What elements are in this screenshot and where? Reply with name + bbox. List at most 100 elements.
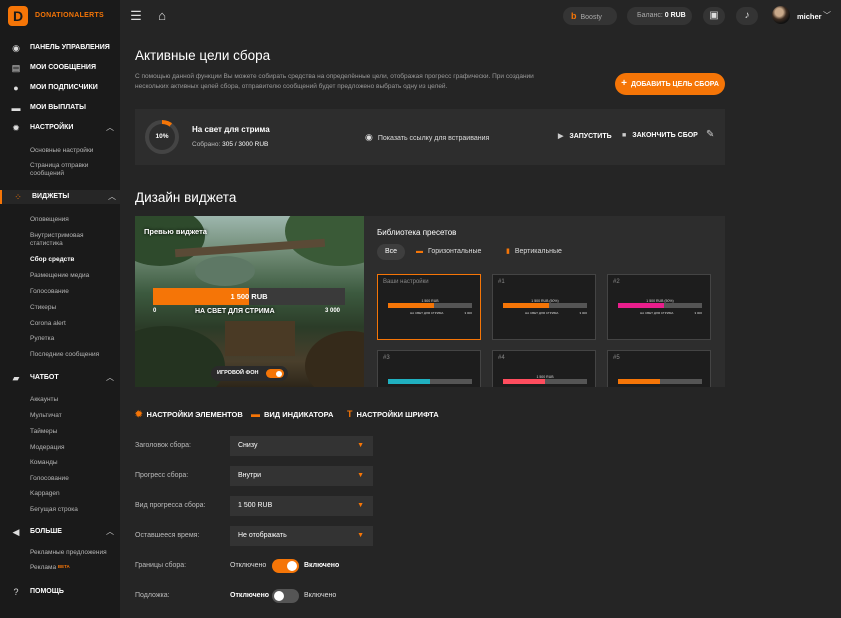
sidebar-subitem-ticker[interactable]: Бегущая строка [30,506,78,513]
field-progress-view: Вид прогресса сбора: 1 500 RUB ▼ [135,496,435,516]
field-goal-borders: Границы сбора: Отключено Включено [135,556,435,576]
toggle-on-label: Включено [304,592,337,599]
sidebar-item-dashboard[interactable]: ◉ ПАНЕЛЬ УПРАВЛЕНИЯ [0,41,120,55]
preset-card-label: #2 [613,279,620,285]
sidebar-subitem-roulette[interactable]: Рулетка [30,335,54,342]
chevron-down-icon[interactable]: ﹀ [823,10,831,21]
tab-vertical[interactable]: ▮ Вертикальные [506,244,562,260]
preset-card-label: #1 [498,279,505,285]
preset-goal-name: НА СВЕТ ДЛЯ СТРИМА [640,311,674,315]
add-goal-button[interactable]: + ДОБАВИТЬ ЦЕЛЬ СБОРА [615,73,725,95]
field-label: Прогресс сбора: [135,472,189,479]
boosty-icon: b [571,11,577,21]
balance-pill[interactable]: Баланс: 0 RUB [627,7,692,25]
username[interactable]: micher [797,12,822,21]
preset-card-label: #3 [383,355,390,361]
wallet-icon[interactable]: ▣ [703,7,725,25]
preset-card[interactable]: #1 1 500 RUB (50%) НА СВЕТ ДЛЯ СТРИМА 3 000 [492,274,596,340]
sidebar-item-more[interactable]: ◀ БОЛЬШЕ ︿ [0,525,120,539]
sidebar-item-help[interactable]: ? ПОМОЩЬ [0,585,120,599]
sidebar-subitem-multichat[interactable]: Мультичат [30,412,62,419]
graduation-cap-icon[interactable]: ⌂ [152,6,172,26]
sidebar-item-label: ПАНЕЛЬ УПРАВЛЕНИЯ [30,44,110,51]
preset-card[interactable]: #3НА СВЕТ ДЛЯ СТРИМА [377,350,481,387]
menu-icon[interactable]: ☰ [126,6,146,26]
sidebar-subitem-alerts[interactable]: Оповещения [30,216,69,223]
switch-knob [287,561,297,571]
sidebar-subitem-kappagen[interactable]: Kappagen [30,490,60,497]
chevron-up-icon: ︿ [106,123,114,132]
sidebar-subitem-corona-alert[interactable]: Corona alert [30,320,66,327]
sidebar-item-messages[interactable]: ▤ МОИ СООБЩЕНИЯ [0,61,120,75]
progress-view-select[interactable]: 1 500 RUB ▼ [230,496,373,516]
sidebar-subitem-stickers[interactable]: Стикеры [30,304,56,311]
goal-title-select[interactable]: Снизу ▼ [230,436,373,456]
goal-collected: Собрано: 305 / 3000 RUB [192,141,268,148]
finish-label: ЗАКОНЧИТЬ СБОР [632,132,698,139]
tab-font-settings[interactable]: T НАСТРОЙКИ ШРИФТА [347,409,439,419]
goal-borders-switch[interactable] [272,559,299,573]
sidebar-subitem-main-settings[interactable]: Основные настройки [30,147,93,154]
sidebar-subitem-voting[interactable]: Голосование [30,288,69,295]
tab-all[interactable]: Все [377,244,406,260]
game-background-toggle[interactable]: ИГРОВОЙ ФОН [211,366,288,381]
preset-bar-caption: НА СВЕТ ДЛЯ СТРИМА 3 000 [388,311,472,315]
backing-switch[interactable] [272,589,299,603]
sidebar-subitem-accounts[interactable]: Аккаунты [30,396,58,403]
user-icon: ● [13,83,19,93]
tab-horizontal[interactable]: ▬ Горизонтальные [416,244,481,260]
page-title: Активные цели сбора [135,48,271,63]
preset-bar-fill [618,303,665,308]
run-label: ЗАПУСТИТЬ [569,133,612,140]
sidebar-subitem-ad-offers[interactable]: Рекламные предложения [30,549,107,556]
remaining-time-select[interactable]: Не отображать ▼ [230,526,373,546]
field-label: Оставшееся время: [135,532,200,539]
sidebar-item-label: МОИ ВЫПЛАТЫ [30,104,86,111]
preset-bar-caption: НА СВЕТ ДЛЯ СТРИМА 3 000 [618,311,702,315]
preset-bar-fill [503,379,545,384]
tab-element-settings[interactable]: ✹ НАСТРОЙКИ ЭЛЕМЕНТОВ [135,409,243,420]
sidebar-item-chatbot[interactable]: ▰ ЧАТБОТ ︿ [0,371,120,385]
tab-element-settings-label: НАСТРОЙКИ ЭЛЕМЕНТОВ [146,410,243,419]
sidebar-subitem-media[interactable]: Размещение медиа [30,272,89,279]
sidebar-subitem-commands[interactable]: Команды [30,459,58,466]
field-goal-progress: Прогресс сбора: Внутри ▼ [135,466,435,486]
sidebar-subitem-stream-stats[interactable]: Внутристримовая статистика [30,232,110,248]
finish-button[interactable]: ■ ЗАКОНЧИТЬ СБОР [622,132,698,139]
sidebar-item-widgets[interactable]: ⁘ ВИДЖЕТЫ ︿ [0,190,120,204]
foliage-shape [305,331,364,387]
sidebar-item-payouts[interactable]: ▬ МОИ ВЫПЛАТЫ [0,101,120,115]
sidebar-subitem-moderation[interactable]: Модерация [30,444,64,451]
sidebar: D DONATIONALERTS ◉ ПАНЕЛЬ УПРАВЛЕНИЯ ▤ М… [0,0,120,618]
plus-icon: + [621,78,627,89]
sidebar-subitem-last-messages[interactable]: Последние сообщения [30,351,99,358]
bell-icon[interactable]: ♪ [736,7,758,25]
sidebar-item-subscribers[interactable]: ● МОИ ПОДПИСЧИКИ [0,81,120,95]
avatar[interactable] [772,6,790,24]
payouts-icon: ▬ [11,103,21,113]
sidebar-subitem-ads[interactable]: Реклама BETA [30,564,70,571]
preset-card[interactable]: Ваши настройки 1 500 RUB НА СВЕТ ДЛЯ СТРИМ… [377,274,481,340]
sidebar-subitem-timers[interactable]: Таймеры [30,428,57,435]
sidebar-subitem-chat-voting[interactable]: Голосование [30,475,69,482]
tab-indicator-view[interactable]: ▬ ВИД ИНДИКАТОРА [251,409,333,419]
sidebar-subitem-fundraising[interactable]: Сбор средств [30,256,74,263]
sidebar-subitem-send-page[interactable]: Страница отправки сообщений [30,162,110,178]
select-value: Снизу [238,442,258,449]
goal-progress-select[interactable]: Внутри ▼ [230,466,373,486]
game-background-switch[interactable] [266,369,284,378]
brand-name[interactable]: DONATIONALERTS [35,12,104,19]
boosty-button[interactable]: b Boosty [563,7,617,25]
preview-progress-bar: 1 500 RUB [153,288,345,305]
messages-icon: ▤ [11,63,21,73]
sidebar-item-label: МОИ СООБЩЕНИЯ [30,64,96,71]
sidebar-item-settings[interactable]: ✹ НАСТРОЙКИ ︿ [0,121,120,135]
pencil-icon[interactable]: ✎ [706,129,714,140]
preset-card[interactable]: #4 1 500 RUB [492,350,596,387]
preset-card[interactable]: #5НА СВЕТ ДЛЯ СТРИМА [607,350,711,387]
preset-bar [618,303,702,308]
preset-card[interactable]: #2 1 500 RUB (50%) НА СВЕТ ДЛЯ СТРИМА 3 000 [607,274,711,340]
show-embed-link-button[interactable]: ◉ Показать ссылку для встраивания [365,132,489,143]
run-button[interactable]: ▶ ЗАПУСТИТЬ [558,132,612,140]
logo[interactable]: D [8,6,28,26]
